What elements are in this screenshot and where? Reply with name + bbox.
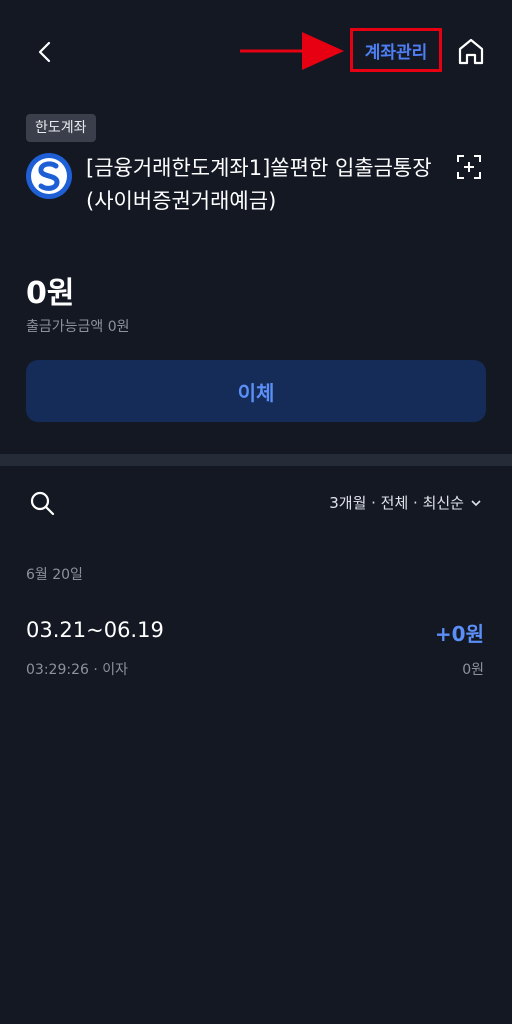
account-name-line2: (사이버증권거래예금) (86, 189, 277, 213)
home-button[interactable] (454, 34, 488, 68)
section-divider (0, 454, 512, 466)
transaction-balance: 0원 (462, 662, 484, 678)
transaction-amount: +0원 (434, 622, 484, 646)
account-management-button[interactable]: 계좌관리 (350, 28, 442, 72)
transaction-title[interactable]: 03.21~06.19 (26, 618, 164, 642)
filter-label: 3개월 · 전체 · 최신순 (329, 494, 464, 512)
transfer-label: 이체 (237, 380, 275, 405)
scan-button[interactable] (456, 154, 482, 180)
available-amount: 출금가능금액 0원 (26, 319, 130, 335)
search-button[interactable] (28, 489, 56, 517)
transfer-button[interactable]: 이체 (26, 360, 486, 422)
account-type-badge: 한도계좌 (26, 114, 96, 142)
back-icon (38, 41, 51, 63)
scan-icon (457, 155, 481, 179)
search-icon (30, 491, 55, 516)
arrow-icon (236, 28, 346, 74)
account-name: [금융거래한도계좌1]쏠편한 입출금통장 (사이버증권거래예금) (86, 152, 446, 218)
account-name-line1: [금융거래한도계좌1]쏠편한 입출금통장 (86, 156, 432, 180)
filter-dropdown[interactable]: 3개월 · 전체 · 최신순 (329, 492, 482, 513)
bank-logo-icon (26, 153, 72, 199)
chevron-down-icon (471, 499, 481, 506)
home-icon (458, 38, 484, 65)
transaction-meta: 03:29:26 · 이자 (26, 662, 128, 678)
account-balance: 0원 (26, 276, 75, 311)
account-management-label: 계좌관리 (364, 42, 428, 63)
transaction-date-group: 6월 20일 (26, 567, 83, 583)
back-button[interactable] (28, 34, 64, 70)
